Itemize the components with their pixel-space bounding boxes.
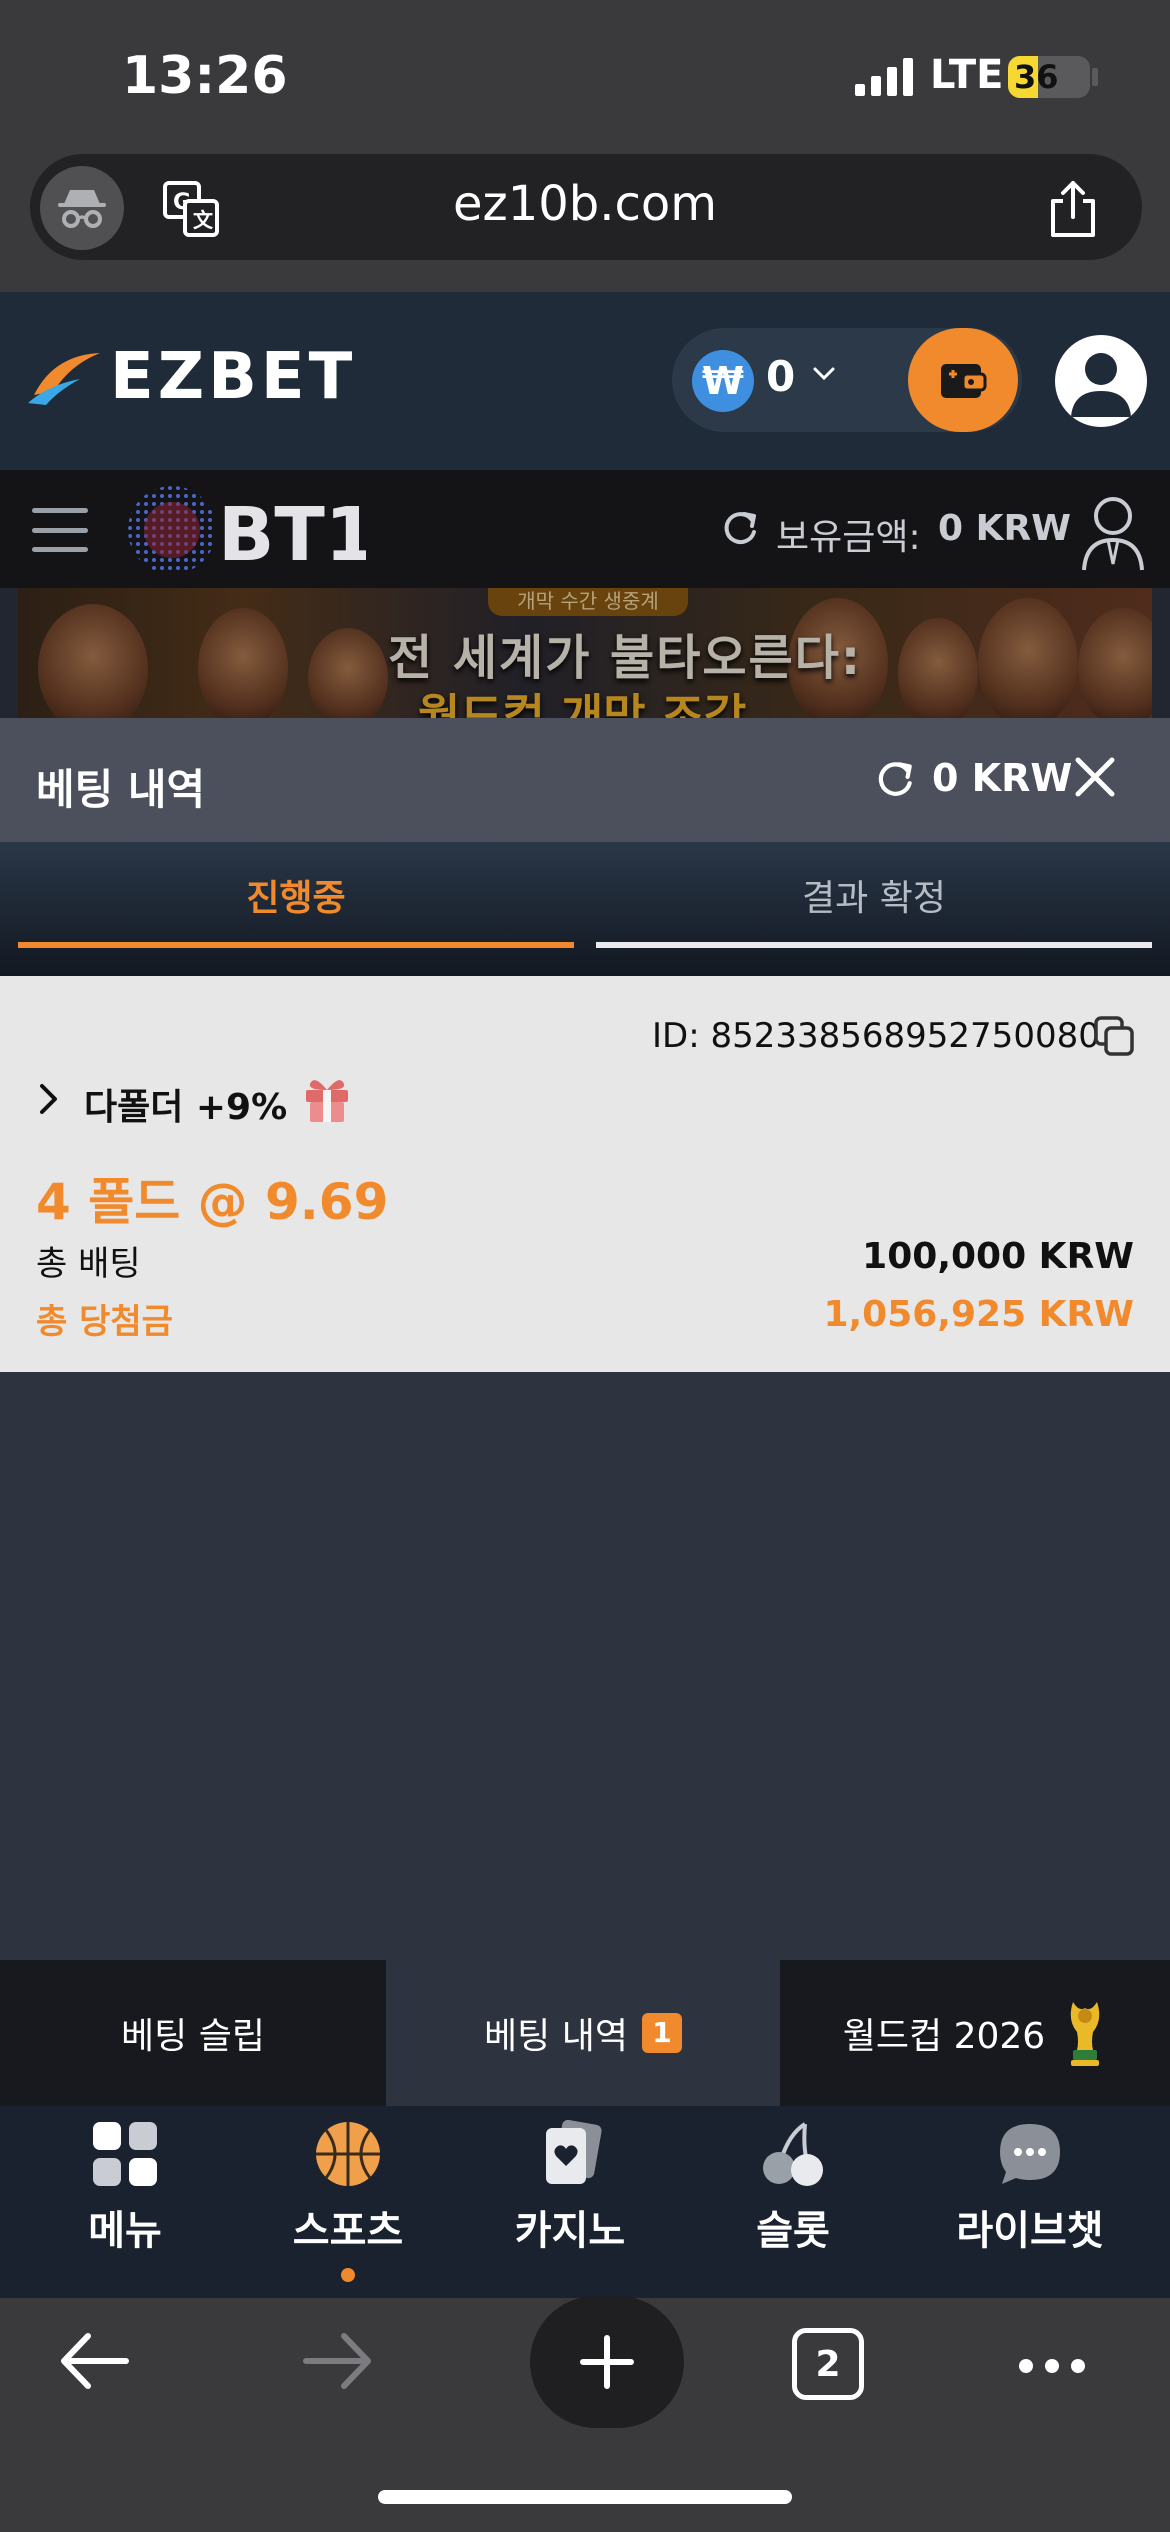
chevron-down-icon[interactable] xyxy=(812,366,836,386)
bet-type[interactable]: 다폴더 +9% xyxy=(84,1078,287,1130)
battery-icon: 36 xyxy=(1008,56,1090,98)
ezbet-logo[interactable]: EZBET xyxy=(24,340,356,414)
tab-worldcup-label: 월드컵 2026 xyxy=(842,2016,1046,2057)
total-bet-value: 100,000 KRW xyxy=(862,1236,1134,1277)
cherry-icon xyxy=(757,2118,829,2190)
total-win-label: 총 당첨금 xyxy=(36,1302,173,1342)
total-win-value: 1,056,925 KRW xyxy=(823,1294,1134,1335)
back-arrow-icon[interactable] xyxy=(56,2328,132,2398)
tab-bet-history-label: 베팅 내역 xyxy=(484,2016,628,2057)
active-nav-indicator xyxy=(341,2268,355,2282)
nav-sports[interactable]: 스포츠 xyxy=(248,2118,448,2288)
banner-dim-overlay xyxy=(0,588,1170,718)
holding-label: 보유금액: xyxy=(776,517,921,558)
nav-casino[interactable]: 카지노 xyxy=(470,2118,670,2288)
nav-label: 메뉴 xyxy=(88,2208,162,2254)
user-icon xyxy=(1071,353,1131,417)
refresh-icon[interactable] xyxy=(874,758,916,804)
trophy-icon xyxy=(1070,2002,1100,2066)
tab-worldcup[interactable]: 월드컵 2026 xyxy=(780,1960,1170,2106)
tab-active-indicator xyxy=(18,942,574,948)
cards-icon xyxy=(534,2118,606,2190)
grid-icon xyxy=(89,2118,161,2190)
url-text[interactable]: ez10b.com xyxy=(300,176,870,232)
status-time: 13:26 xyxy=(122,46,288,106)
bt1-logo: BT1 xyxy=(126,484,376,578)
chat-icon xyxy=(994,2118,1066,2190)
tab-betslip[interactable]: 베팅 슬립 xyxy=(0,1960,386,2106)
holding-value: 0 KRW xyxy=(938,508,1071,549)
count-badge: 1 xyxy=(641,2013,682,2053)
network-label: LTE xyxy=(930,52,1004,98)
wallet-icon xyxy=(941,364,987,398)
svg-text:文: 文 xyxy=(193,208,214,232)
incognito-icon[interactable] xyxy=(40,166,124,250)
gift-icon xyxy=(300,1070,354,1128)
tab-bet-history[interactable]: 베팅 내역 1 xyxy=(386,1960,780,2106)
empty-area xyxy=(0,1372,1170,1960)
tab-betslip-label: 베팅 슬립 xyxy=(121,2016,265,2057)
hamburger-menu-icon[interactable] xyxy=(32,508,88,552)
plus-icon xyxy=(580,2335,634,2389)
nav-label: 카지노 xyxy=(514,2208,626,2254)
battery-nub xyxy=(1092,68,1098,86)
wallet-button[interactable] xyxy=(908,328,1018,432)
nav-label: 슬롯 xyxy=(756,2208,830,2254)
forward-arrow-icon[interactable] xyxy=(300,2328,376,2398)
nav-slots[interactable]: 슬롯 xyxy=(693,2118,893,2288)
nav-livechat[interactable]: 라이브챗 xyxy=(930,2118,1130,2288)
profile-avatar[interactable] xyxy=(1055,335,1147,427)
tabs-count-button[interactable]: 2 xyxy=(792,2328,864,2400)
nav-label: 라이브챗 xyxy=(956,2208,1104,2254)
signal-icon xyxy=(855,58,917,100)
chevron-right-icon[interactable] xyxy=(38,1082,60,1120)
header-balance: 0 xyxy=(766,352,796,401)
share-icon[interactable] xyxy=(1040,176,1106,242)
ezbet-logo-text: EZBET xyxy=(110,340,357,414)
more-icon[interactable] xyxy=(1016,2356,1088,2380)
tab-settled[interactable]: 결과 확정 xyxy=(596,842,1152,948)
total-bet-label: 총 배팅 xyxy=(36,1244,141,1284)
nav-menu[interactable]: 메뉴 xyxy=(25,2118,225,2288)
battery-percent: 36 xyxy=(1014,58,1059,96)
ezbet-logo-mark xyxy=(28,353,100,405)
won-currency-icon: ₩ xyxy=(692,350,754,412)
fold-odds: 4 폴드 @ 9.69 xyxy=(36,1173,389,1231)
home-indicator xyxy=(378,2490,792,2504)
bet-id: ID: 852338568952750080 xyxy=(652,1016,1100,1056)
translate-icon[interactable]: G 文 xyxy=(158,176,224,242)
tab-inactive-indicator xyxy=(596,942,1152,948)
tab-in-progress[interactable]: 진행중 xyxy=(18,842,574,948)
close-icon[interactable] xyxy=(1072,754,1118,804)
bet-history-title: 베팅 내역 xyxy=(36,765,206,814)
new-tab-button[interactable] xyxy=(530,2296,684,2428)
bt1-logo-text: BT1 xyxy=(218,492,366,576)
copy-icon[interactable] xyxy=(1092,1014,1136,1062)
refresh-icon[interactable] xyxy=(720,508,760,552)
nav-label: 스포츠 xyxy=(292,2208,404,2254)
basketball-icon xyxy=(312,2118,384,2190)
agent-user-icon[interactable] xyxy=(1080,494,1146,576)
panel-balance: 0 KRW xyxy=(932,756,1073,800)
